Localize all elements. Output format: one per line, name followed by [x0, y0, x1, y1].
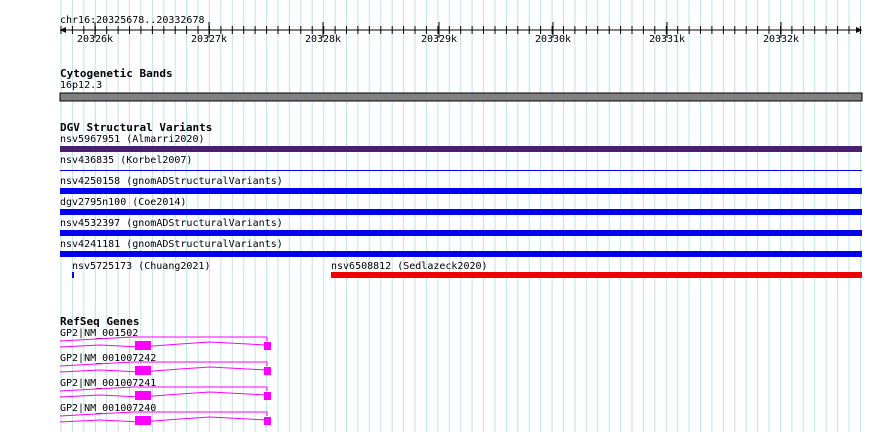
variant-label: nsv5967951 (Almarri2020): [60, 134, 205, 145]
variant-bar: [60, 251, 862, 257]
variant-label: nsv436835 (Korbel2007): [60, 155, 193, 166]
gene-exon: [135, 366, 151, 375]
variant-label: dgv2795n100 (Coe2014): [60, 197, 187, 208]
location-label: chr16:20325678..20332678: [60, 15, 205, 26]
cytoband-label: 16p12.3: [60, 80, 103, 91]
cytoband-bar: [59, 92, 863, 102]
genome-browser-canvas: [59, 0, 863, 432]
variant-label: nsv4250158 (gnomADStructuralVariants): [60, 176, 283, 187]
gene-exon: [135, 341, 151, 350]
variant-bar: [60, 209, 862, 215]
tick-label: 20332k: [762, 34, 800, 45]
variant-bar: [60, 146, 862, 152]
variant-label: nsv4532397 (gnomADStructuralVariants): [60, 218, 283, 229]
gene-label: GP2|NM_001007240: [60, 403, 157, 414]
gene-exon: [135, 391, 151, 400]
tick-label: 20329k: [420, 34, 458, 45]
ruler-arrow-right: [856, 27, 862, 33]
variant-bar: [60, 170, 862, 171]
gene-label: GP2|NM_001007242: [60, 353, 157, 364]
variant-bar: [72, 272, 74, 278]
cytoband-track-title: Cytogenetic Bands: [60, 67, 173, 80]
gene-label: GP2|NM_001502: [60, 328, 139, 339]
variant-bar: [60, 188, 862, 194]
refseq-track-title: RefSeq Genes: [60, 315, 140, 328]
gene-exon: [264, 367, 271, 375]
gene-exon: [264, 392, 271, 400]
gene-exon: [264, 342, 271, 350]
tick-label: 20327k: [190, 34, 228, 45]
tick-label: 20326k: [76, 34, 114, 45]
dgv-track-title: DGV Structural Variants: [60, 121, 213, 134]
variant-label: nsv4241181 (gnomADStructuralVariants): [60, 239, 283, 250]
tick-label: 20328k: [304, 34, 342, 45]
gene-exon: [135, 416, 151, 425]
tick-label: 20330k: [534, 34, 572, 45]
variant-label: nsv5725173 (Chuang2021): [72, 261, 211, 272]
gene-exon: [264, 417, 271, 425]
grid-lines: [60, 0, 861, 432]
variant-bar: [331, 272, 862, 278]
variant-label: nsv6508812 (Sedlazeck2020): [331, 261, 488, 272]
gene-label: GP2|NM_001007241: [60, 378, 157, 389]
variant-bar: [60, 230, 862, 236]
tick-label: 20331k: [648, 34, 686, 45]
